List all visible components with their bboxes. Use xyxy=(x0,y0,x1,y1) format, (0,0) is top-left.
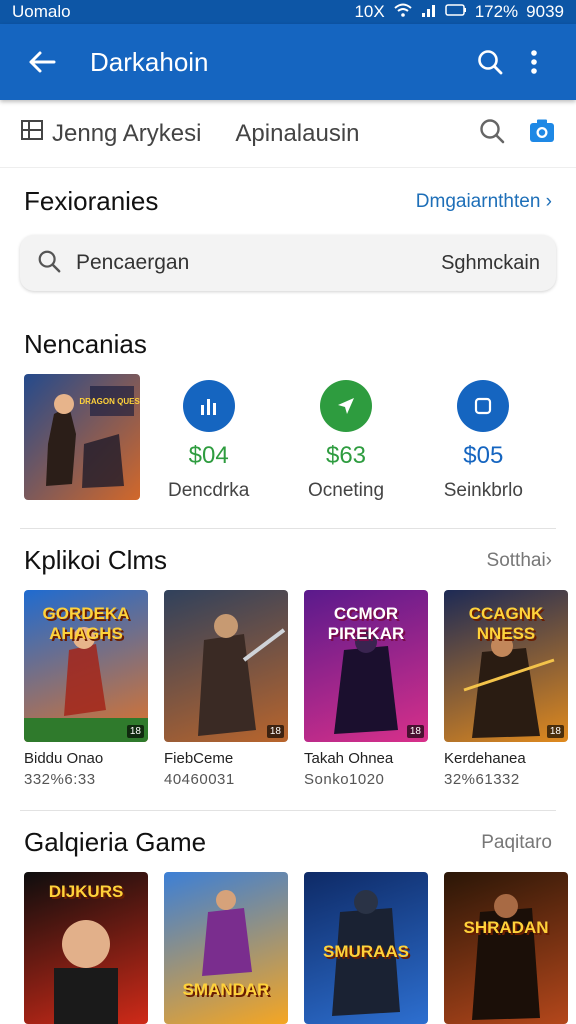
gallery-see-all-link[interactable]: Paqitaro xyxy=(481,832,552,854)
featured-game-title: DRAGON QUEST xyxy=(79,397,140,406)
featured-game-thumbnail[interactable]: DRAGON QUEST xyxy=(24,374,140,500)
game-art-title: CCAGNK NNESS xyxy=(468,604,544,643)
carrier-label: Uomalo xyxy=(12,2,71,21)
app-bar: Darkahoin xyxy=(0,24,576,100)
gallery-card[interactable]: SMANDAR xyxy=(164,872,292,1024)
game-card[interactable]: CCMOR PIREKAR 18 Takah Ohnea Sonko1020 xyxy=(304,590,432,788)
signal-text: 10X xyxy=(354,2,385,21)
divider xyxy=(20,810,556,811)
app-title: Darkahoin xyxy=(90,46,209,77)
wifi-icon xyxy=(393,2,413,22)
game-art: SHRADAN xyxy=(444,872,568,1024)
square-icon xyxy=(457,380,510,432)
bar-chart-icon xyxy=(182,380,235,432)
game-card[interactable]: CCAGNK NNESS 18 Kerdehanea 32%61332 xyxy=(444,590,572,788)
game-art-title: SMURAAS xyxy=(323,942,409,961)
game-card[interactable]: 18 FiebCeme 40460031 xyxy=(164,590,292,788)
rec-label: Ocneting xyxy=(307,480,385,501)
camera-icon[interactable] xyxy=(528,118,556,149)
tab-bar: Jenng Arykesi Apinalausin xyxy=(0,100,576,168)
battery-icon xyxy=(444,2,467,22)
back-arrow-icon[interactable] xyxy=(20,40,64,84)
rec-price: $05 xyxy=(463,442,504,469)
recent-see-more-link[interactable]: Dmgaiarnthten › xyxy=(416,191,552,213)
tab-jenng-arykesi[interactable]: Jenng Arykesi xyxy=(20,119,201,148)
gallery-section-title: Galqieria Game xyxy=(24,827,207,857)
games-section-header: Kplikoi Clms Sotthai› xyxy=(0,545,576,576)
game-art-title: SMANDAR xyxy=(182,980,270,999)
game-name: Kerdehanea xyxy=(444,750,526,767)
signal-bars-icon xyxy=(421,2,437,22)
search-field-icon xyxy=(36,248,62,279)
search-filter-button[interactable]: Sghmckain xyxy=(441,252,540,275)
game-art: SMURAAS xyxy=(304,872,428,1024)
game-art-title: CCMOR PIREKAR xyxy=(327,604,405,643)
status-bar: Uomalo 10X 172% 9039 xyxy=(0,0,576,24)
status-time: 9039 xyxy=(526,2,564,21)
game-card[interactable]: GORDEKA AHAGHS 18 Biddu Onao 332%6:33 xyxy=(24,590,152,788)
search-bar[interactable]: Pencaergan Sghmckain xyxy=(20,235,556,291)
recommendations-row: DRAGON QUEST $04 Dencdrka $63 Ocneting $… xyxy=(0,374,576,502)
rec-item-1[interactable]: $63 Ocneting xyxy=(277,374,414,502)
recent-section-header: Fexioranies Dmgaiarnthten › xyxy=(0,186,576,217)
game-name: FiebCeme xyxy=(164,750,234,767)
gallery-section-header: Galqieria Game Paqitaro xyxy=(0,827,576,858)
rec-price: $63 xyxy=(325,442,367,469)
games-section-title: Kplikoi Clms xyxy=(24,545,168,575)
rec-item-0[interactable]: $04 Dencdrka xyxy=(140,374,277,502)
gallery-card[interactable]: DIJKURS xyxy=(24,872,152,1024)
game-meta: 40460031 xyxy=(164,771,235,788)
game-name: Biddu Onao xyxy=(24,750,104,767)
grid-icon xyxy=(20,119,44,148)
age-rating-badge: 18 xyxy=(406,725,424,738)
recent-title: Fexioranies xyxy=(24,186,159,216)
games-see-all-link[interactable]: Sotthai› xyxy=(487,550,552,572)
game-art-title: GORDEKA AHAGHS xyxy=(42,604,130,643)
age-rating-badge: 18 xyxy=(546,725,564,738)
game-art: SMANDAR xyxy=(164,872,288,1024)
game-art: DIJKURS xyxy=(24,872,148,1024)
recommendations-header: Nencanias xyxy=(0,329,576,360)
rec-label: Seinkbrlo xyxy=(443,480,523,501)
tab-search-icon[interactable] xyxy=(478,117,506,150)
game-art: 18 xyxy=(164,590,288,742)
game-meta: 332%6:33 xyxy=(24,771,96,788)
game-meta: Sonko1020 xyxy=(304,771,385,788)
tab-label: Apinalausin xyxy=(235,119,360,147)
search-input[interactable]: Pencaergan xyxy=(76,251,441,275)
game-art-title: DIJKURS xyxy=(48,882,124,901)
age-rating-badge: 18 xyxy=(266,725,284,738)
more-vert-icon[interactable] xyxy=(512,40,556,84)
game-name: Takah Ohnea xyxy=(304,750,394,767)
game-art: CCMOR PIREKAR 18 xyxy=(304,590,428,742)
divider xyxy=(20,528,556,529)
game-art: GORDEKA AHAGHS 18 xyxy=(24,590,148,742)
game-meta: 32%61332 xyxy=(444,771,520,788)
gallery-row: DIJKURS SMANDAR SMURAAS SHRADAN xyxy=(0,872,576,1024)
age-rating-badge: 18 xyxy=(126,725,144,738)
tab-apinalausin[interactable]: Apinalausin xyxy=(235,120,359,148)
location-arrow-icon xyxy=(319,380,372,432)
gallery-card[interactable]: SMURAAS xyxy=(304,872,432,1024)
recommendations-title: Nencanias xyxy=(24,329,147,359)
game-art: CCAGNK NNESS 18 xyxy=(444,590,568,742)
search-icon[interactable] xyxy=(468,40,512,84)
game-art-title: SHRADAN xyxy=(463,918,549,937)
rec-item-2[interactable]: $05 Seinkbrlo xyxy=(415,374,552,502)
gallery-card[interactable]: SHRADAN xyxy=(444,872,572,1024)
battery-level: 172% xyxy=(474,2,519,21)
games-row: GORDEKA AHAGHS 18 Biddu Onao 332%6:33 18… xyxy=(0,590,576,788)
rec-label: Dencdrka xyxy=(168,480,250,501)
tab-label: Jenng Arykesi xyxy=(52,119,202,147)
rec-price: $04 xyxy=(188,442,229,469)
status-indicators: 10X 172% 9039 xyxy=(354,2,564,22)
